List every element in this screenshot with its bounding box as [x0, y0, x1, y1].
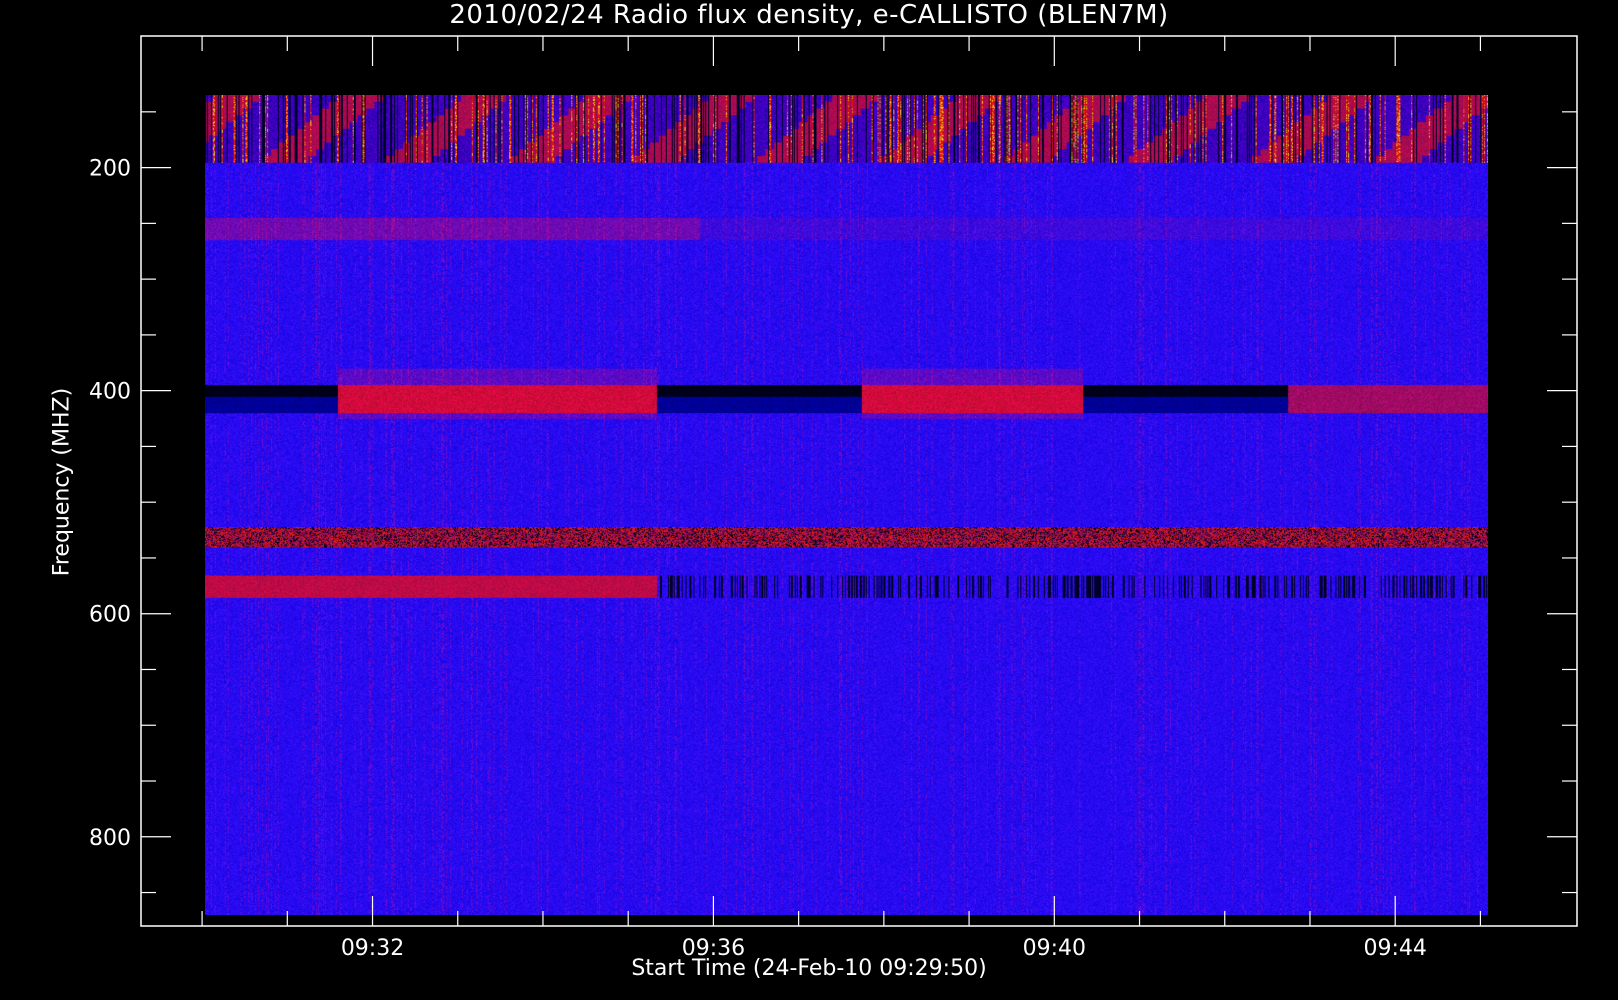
- plot-frame: [140, 35, 1578, 927]
- y-tick-label: 600: [89, 603, 131, 628]
- y-tick-label: 400: [89, 380, 131, 405]
- x-axis-label: Start Time (24-Feb-10 09:29:50): [631, 956, 987, 981]
- y-tick-label: 200: [89, 157, 131, 182]
- y-tick-label: 800: [89, 826, 131, 851]
- chart-frame: 20040060080009:32 09:36 09:40 09:44: [89, 35, 1578, 961]
- y-axis-label: Frequency (MHZ): [49, 387, 75, 577]
